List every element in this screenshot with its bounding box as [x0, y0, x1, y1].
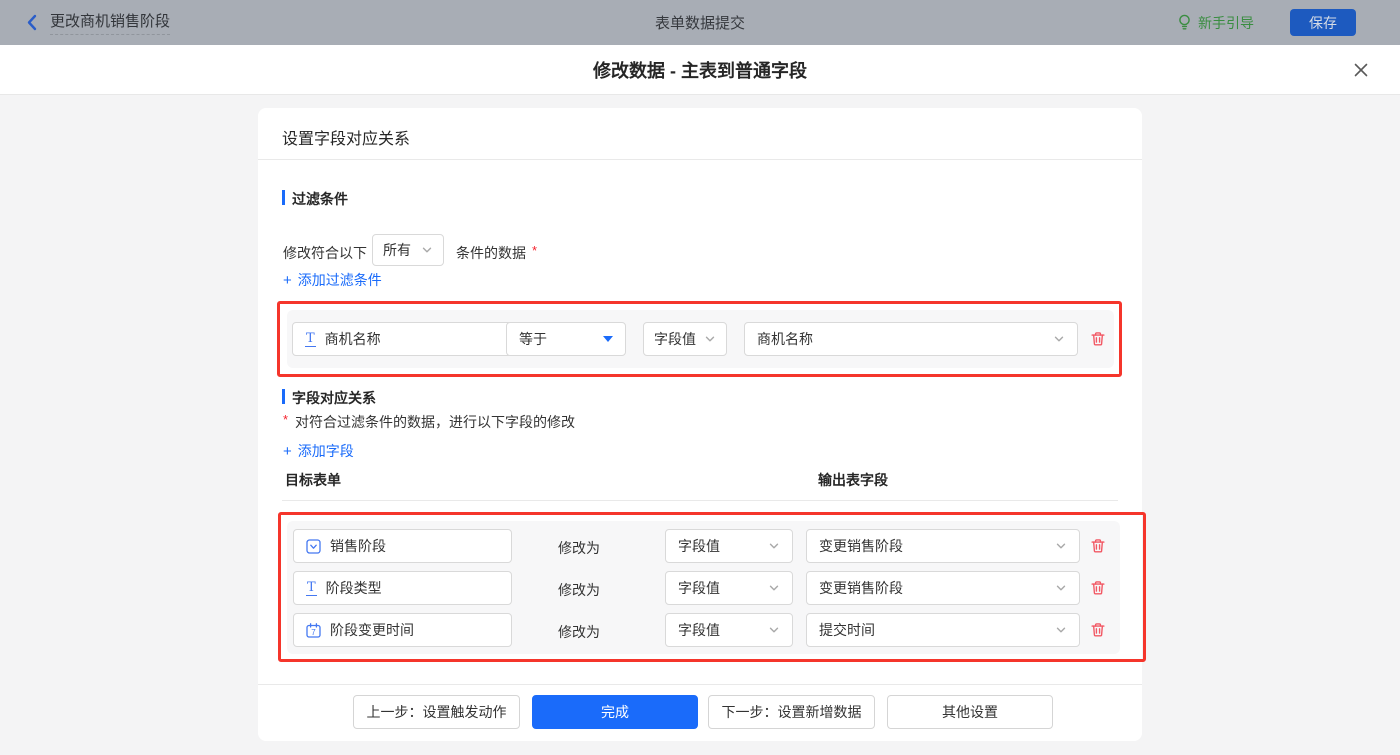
mapping-section-bar: [282, 389, 285, 404]
field-mapping-card: 设置字段对应关系 过滤条件 修改符合以下 所有 条件的数据 * + 添加过滤条件…: [258, 108, 1146, 741]
mapping-value: 变更销售阶段: [819, 580, 903, 596]
mapping-field-value: 阶段类型: [325, 580, 382, 596]
mapping-field-value: 销售阶段: [330, 538, 386, 554]
add-filter-condition-link[interactable]: + 添加过滤条件: [283, 270, 382, 290]
date-field-icon: 7: [306, 622, 321, 638]
column-header-output: 输出表字段: [818, 472, 888, 488]
match-type-select[interactable]: 所有: [372, 234, 444, 266]
lightbulb-icon: [1179, 14, 1190, 30]
mapping-field-input[interactable]: 7 阶段变更时间: [293, 613, 512, 647]
required-asterisk: *: [532, 243, 538, 258]
save-button[interactable]: 保存: [1290, 9, 1356, 36]
prev-step-button[interactable]: 上一步：设置触发动作: [353, 695, 520, 729]
modal-header: 修改数据 - 主表到普通字段: [0, 45, 1400, 95]
delete-filter-row-icon[interactable]: [1089, 330, 1107, 348]
match-type-value: 所有: [383, 242, 411, 258]
caret-down-icon: [603, 336, 613, 342]
footer-divider: [258, 684, 1142, 685]
chevron-down-icon: [769, 627, 779, 633]
card-title: 设置字段对应关系: [282, 131, 411, 148]
next-step-button[interactable]: 下一步：设置新增数据: [708, 695, 875, 729]
other-settings-button[interactable]: 其他设置: [887, 695, 1053, 729]
add-filter-condition-label: 添加过滤条件: [297, 272, 382, 288]
card-header-divider: [258, 159, 1142, 160]
mapping-value: 提交时间: [819, 622, 875, 638]
filter-value: 商机名称: [757, 331, 813, 347]
mapping-value-type-select[interactable]: 字段值: [665, 529, 793, 563]
delete-mapping-row-icon[interactable]: [1089, 579, 1107, 597]
modify-label: 修改为: [558, 624, 600, 640]
done-button[interactable]: 完成: [532, 695, 698, 729]
chevron-down-icon: [1054, 336, 1064, 342]
column-header-target: 目标表单: [285, 472, 341, 488]
select-field-icon: [306, 538, 321, 554]
filter-field-input[interactable]: T 商机名称: [292, 322, 512, 356]
mapping-field-input[interactable]: T 阶段类型: [293, 571, 512, 605]
plus-icon: +: [283, 442, 292, 460]
modify-label: 修改为: [558, 540, 600, 556]
beginner-guide-link[interactable]: 新手引导: [1177, 13, 1254, 33]
filter-value-select[interactable]: 商机名称: [744, 322, 1078, 356]
mapping-value-type: 字段值: [678, 580, 720, 596]
mapping-description: 对符合过滤条件的数据，进行以下字段的修改: [295, 414, 575, 430]
filter-value-type: 字段值: [654, 331, 696, 347]
chevron-down-icon: [1056, 543, 1066, 549]
mapping-value: 变更销售阶段: [819, 538, 903, 554]
mapping-value-type: 字段值: [678, 538, 720, 554]
delete-mapping-row-icon[interactable]: [1089, 537, 1107, 555]
chevron-down-icon: [705, 336, 715, 342]
add-field-label: 添加字段: [297, 443, 354, 459]
mapping-value-type-select[interactable]: 字段值: [665, 613, 793, 647]
mapping-section-title: 字段对应关系: [292, 390, 376, 406]
modal-title: 修改数据 - 主表到普通字段: [593, 60, 807, 81]
filter-value-type-select[interactable]: 字段值: [643, 322, 727, 356]
text-field-icon: T: [305, 330, 316, 347]
modify-label: 修改为: [558, 582, 600, 598]
chevron-down-icon: [769, 585, 779, 591]
mapping-value-select[interactable]: 变更销售阶段: [806, 529, 1080, 563]
mapping-value-type-select[interactable]: 字段值: [665, 571, 793, 605]
chevron-down-icon: [1056, 585, 1066, 591]
add-field-link[interactable]: + 添加字段: [283, 441, 354, 461]
delete-mapping-row-icon[interactable]: [1089, 621, 1107, 639]
match-condition-prefix: 修改符合以下: [283, 245, 367, 261]
mapping-field-input[interactable]: 销售阶段: [293, 529, 512, 563]
filter-field-value: 商机名称: [324, 331, 381, 347]
filter-section-title: 过滤条件: [292, 191, 348, 207]
chevron-down-icon: [1056, 627, 1066, 633]
mapping-field-value: 阶段变更时间: [330, 622, 414, 638]
column-header-divider: [282, 500, 1118, 501]
filter-section-bar: [282, 190, 285, 205]
topbar: 更改商机销售阶段 表单数据提交 新手引导 保存: [0, 0, 1400, 45]
svg-text:7: 7: [311, 627, 316, 636]
text-field-icon: T: [306, 579, 317, 596]
match-condition-suffix: 条件的数据: [456, 245, 526, 261]
required-asterisk: *: [283, 412, 289, 427]
filter-operator-value: 等于: [519, 331, 547, 347]
mapping-value-select[interactable]: 提交时间: [806, 613, 1080, 647]
close-icon[interactable]: [1352, 61, 1370, 79]
mapping-value-select[interactable]: 变更销售阶段: [806, 571, 1080, 605]
filter-operator-select[interactable]: 等于: [506, 322, 626, 356]
mapping-value-type: 字段值: [678, 622, 720, 638]
beginner-guide-label: 新手引导: [1198, 14, 1254, 31]
chevron-down-icon: [422, 247, 432, 253]
chevron-down-icon: [769, 543, 779, 549]
plus-icon: +: [283, 271, 292, 289]
